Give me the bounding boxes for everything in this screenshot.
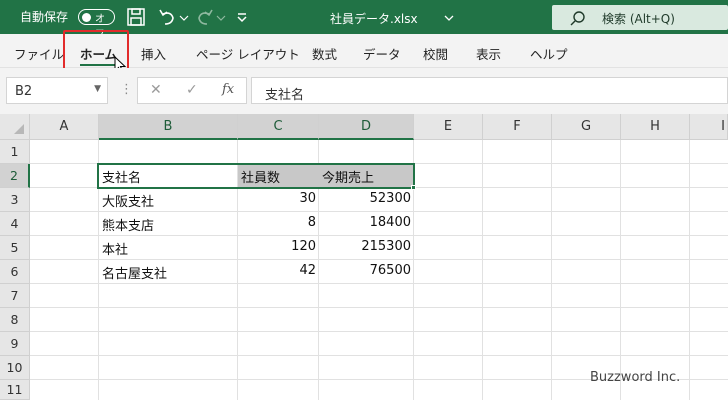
- cancel-icon[interactable]: ✕: [150, 82, 162, 98]
- formula-buttons: ✕ ✓ fx: [137, 77, 247, 104]
- insert-function-icon[interactable]: fx: [222, 82, 234, 97]
- enter-icon[interactable]: ✓: [186, 82, 198, 98]
- fill-handle[interactable]: [411, 185, 416, 190]
- gridline: [482, 140, 483, 400]
- table-cell[interactable]: 本社: [102, 239, 128, 258]
- spreadsheet-grid: A B C D E F G H I 1 2 3 4 5 6 7 8 9 10 1…: [0, 114, 728, 400]
- table-cell[interactable]: 76500: [319, 263, 411, 278]
- search-icon: [570, 11, 585, 26]
- row-header-2[interactable]: 2: [0, 164, 30, 188]
- formula-bar: B2 ▼ ⋮ ✕ ✓ fx 支社名: [0, 68, 728, 114]
- selection-border: [97, 163, 415, 189]
- tab-help[interactable]: ヘルプ: [530, 44, 568, 63]
- tab-insert[interactable]: 挿入: [141, 44, 166, 63]
- gridline: [551, 140, 552, 400]
- row-header-5[interactable]: 5: [0, 236, 30, 260]
- search-placeholder: 検索 (Alt+Q): [602, 12, 675, 26]
- name-box-dropdown-icon[interactable]: ▼: [94, 84, 101, 94]
- watermark: Buzzword Inc.: [590, 370, 681, 385]
- formula-bar-grip-icon[interactable]: ⋮: [120, 82, 133, 97]
- column-header-i[interactable]: I: [690, 114, 728, 140]
- title-bar: 自動保存 オフ 社員データ.xlsx 検索 (Alt+Q): [0, 0, 728, 40]
- redo-dropdown-icon[interactable]: [215, 6, 227, 28]
- table-cell[interactable]: 名古屋支社: [102, 263, 167, 282]
- gridline: [30, 307, 728, 308]
- column-header-e[interactable]: E: [414, 114, 483, 140]
- row-header-11[interactable]: 11: [0, 380, 30, 400]
- gridline: [30, 331, 728, 332]
- table-cell[interactable]: 215300: [319, 239, 411, 254]
- row-header-6[interactable]: 6: [0, 260, 30, 284]
- autosave-label: 自動保存: [20, 10, 69, 24]
- formula-input[interactable]: 支社名: [251, 77, 728, 104]
- column-header-b[interactable]: B: [99, 114, 238, 140]
- table-cell[interactable]: 熊本支店: [102, 215, 154, 234]
- gridline: [689, 140, 690, 400]
- column-header-g[interactable]: G: [552, 114, 621, 140]
- undo-dropdown-icon[interactable]: [178, 6, 190, 28]
- undo-icon[interactable]: [156, 6, 178, 28]
- name-box[interactable]: B2 ▼: [6, 77, 108, 104]
- table-cell[interactable]: 42: [238, 263, 316, 278]
- file-name: 社員データ.xlsx: [330, 12, 418, 26]
- customize-toolbar-icon[interactable]: [235, 6, 249, 28]
- tab-data[interactable]: データ: [363, 44, 401, 63]
- table-cell[interactable]: 大阪支社: [102, 191, 154, 210]
- tab-page-layout[interactable]: ページ レイアウト: [196, 44, 300, 63]
- tab-file[interactable]: ファイル: [14, 44, 64, 63]
- gridline: [30, 283, 728, 284]
- filename-dropdown-icon[interactable]: [444, 14, 454, 22]
- row-header-1[interactable]: 1: [0, 140, 30, 164]
- table-cell[interactable]: 30: [238, 191, 316, 206]
- row-header-10[interactable]: 10: [0, 356, 30, 380]
- column-header-d[interactable]: D: [319, 114, 414, 140]
- table-cell[interactable]: 8: [238, 215, 316, 230]
- tab-view[interactable]: 表示: [476, 44, 501, 63]
- gridline: [30, 355, 728, 356]
- column-header-f[interactable]: F: [483, 114, 552, 140]
- formula-content: 支社名: [265, 88, 305, 103]
- gridline: [30, 211, 728, 212]
- row-header-8[interactable]: 8: [0, 308, 30, 332]
- search-box[interactable]: 検索 (Alt+Q): [552, 5, 728, 30]
- tab-formulas[interactable]: 数式: [312, 44, 337, 63]
- row-header-3[interactable]: 3: [0, 188, 30, 212]
- gridline: [30, 259, 728, 260]
- row-header-9[interactable]: 9: [0, 332, 30, 356]
- column-header-a[interactable]: A: [30, 114, 99, 140]
- save-icon[interactable]: [125, 6, 147, 28]
- select-all-button[interactable]: [0, 114, 30, 140]
- table-cell[interactable]: 52300: [319, 191, 411, 206]
- table-cell[interactable]: 120: [238, 239, 316, 254]
- gridline: [30, 235, 728, 236]
- toggle-knob: [82, 12, 91, 22]
- table-cell[interactable]: 18400: [319, 215, 411, 230]
- row-header-4[interactable]: 4: [0, 212, 30, 236]
- autosave-toggle[interactable]: オフ: [78, 9, 115, 40]
- column-header-h[interactable]: H: [621, 114, 690, 140]
- row-header-7[interactable]: 7: [0, 284, 30, 308]
- redo-icon[interactable]: [194, 6, 216, 28]
- gridline: [620, 140, 621, 400]
- tab-review[interactable]: 校閲: [423, 44, 448, 63]
- name-box-value: B2: [15, 84, 33, 99]
- column-header-c[interactable]: C: [238, 114, 319, 140]
